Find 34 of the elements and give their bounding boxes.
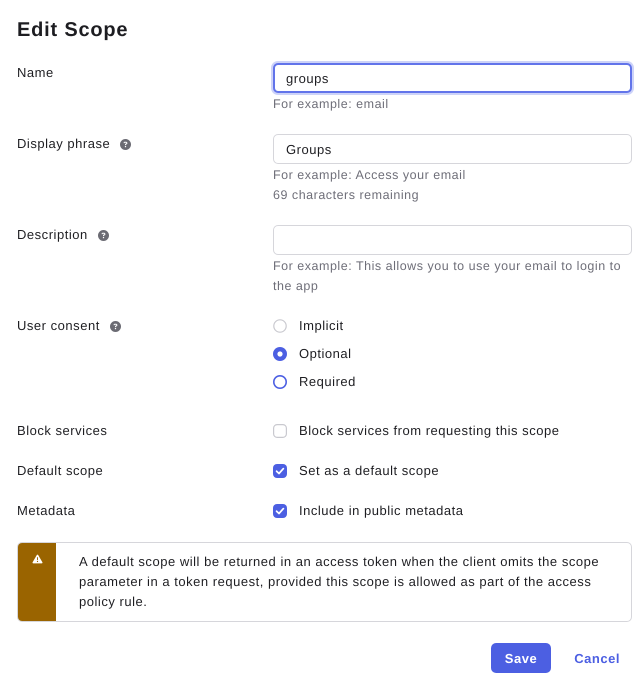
hint-text: 69 characters remaining bbox=[273, 187, 420, 204]
hint-text: For example: This allows you to use your email to login to the app bbox=[273, 258, 622, 295]
field-label: Metadata bbox=[17, 502, 76, 520]
option-label[interactable]: Required bbox=[299, 372, 356, 392]
hint-text: For example: email bbox=[273, 96, 390, 113]
field-label: Display phrase bbox=[17, 135, 110, 153]
field-label: Description bbox=[17, 226, 88, 244]
callout-text: A default scope will be returned in an access token when the client omits the scope parameter in a token request, provided this scope is allowed as part of the access policy rule. bbox=[78, 553, 600, 611]
help-icon[interactable] bbox=[110, 320, 121, 332]
field-label: User consent bbox=[17, 317, 100, 335]
help-icon[interactable] bbox=[120, 138, 132, 150]
save-button[interactable]: Save bbox=[490, 643, 552, 673]
field-label: Default scope bbox=[17, 462, 104, 480]
text-input[interactable]: Groups bbox=[273, 134, 632, 164]
checkbox[interactable] bbox=[273, 464, 287, 478]
field-label: Block services bbox=[17, 422, 108, 440]
cancel-link[interactable]: Cancel bbox=[574, 643, 620, 673]
checkbox[interactable] bbox=[273, 424, 287, 438]
hint-text: For example: Access your email bbox=[273, 167, 467, 184]
option-label[interactable]: Implicit bbox=[299, 316, 344, 336]
text-input[interactable] bbox=[273, 225, 632, 255]
radio-button[interactable] bbox=[273, 319, 287, 333]
page-title: Edit Scope bbox=[17, 18, 128, 43]
help-icon[interactable] bbox=[98, 230, 109, 240]
warning-icon bbox=[32, 554, 42, 564]
option-label[interactable]: Block services from requesting this scope bbox=[299, 421, 560, 441]
text-input[interactable]: groups bbox=[273, 63, 632, 93]
option-label[interactable]: Set as a default scope bbox=[299, 461, 440, 481]
field-label: Name bbox=[17, 64, 54, 82]
radio-button[interactable] bbox=[273, 347, 287, 361]
option-label[interactable]: Optional bbox=[299, 344, 352, 364]
radio-button[interactable] bbox=[273, 375, 287, 389]
option-label[interactable]: Include in public metadata bbox=[299, 501, 464, 521]
checkbox[interactable] bbox=[273, 504, 287, 518]
